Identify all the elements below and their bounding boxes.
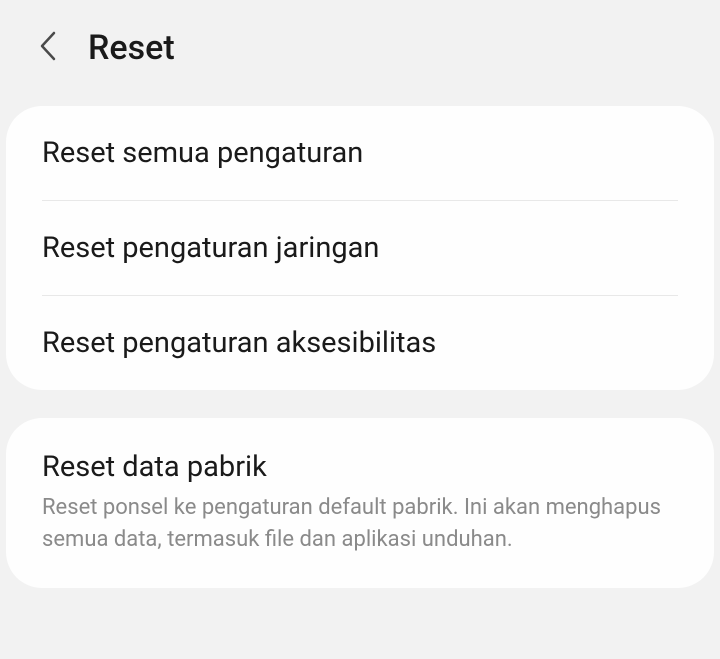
settings-group-2: Reset data pabrik Reset ponsel ke pengat… [6, 418, 714, 588]
item-title: Reset data pabrik [42, 450, 678, 484]
settings-group-1: Reset semua pengaturan Reset pengaturan … [6, 106, 714, 390]
back-button[interactable] [34, 34, 62, 62]
item-title: Reset semua pengaturan [42, 136, 678, 170]
item-title: Reset pengaturan jaringan [42, 231, 678, 265]
page-title: Reset [88, 28, 175, 68]
header: Reset [0, 0, 720, 96]
item-description: Reset ponsel ke pengaturan default pabri… [42, 492, 678, 556]
factory-reset-item[interactable]: Reset data pabrik Reset ponsel ke pengat… [6, 418, 714, 588]
chevron-left-icon [39, 31, 57, 65]
item-title: Reset pengaturan aksesibilitas [42, 326, 678, 360]
reset-all-settings-item[interactable]: Reset semua pengaturan [6, 106, 714, 200]
reset-accessibility-settings-item[interactable]: Reset pengaturan aksesibilitas [6, 296, 714, 390]
reset-network-settings-item[interactable]: Reset pengaturan jaringan [6, 201, 714, 295]
